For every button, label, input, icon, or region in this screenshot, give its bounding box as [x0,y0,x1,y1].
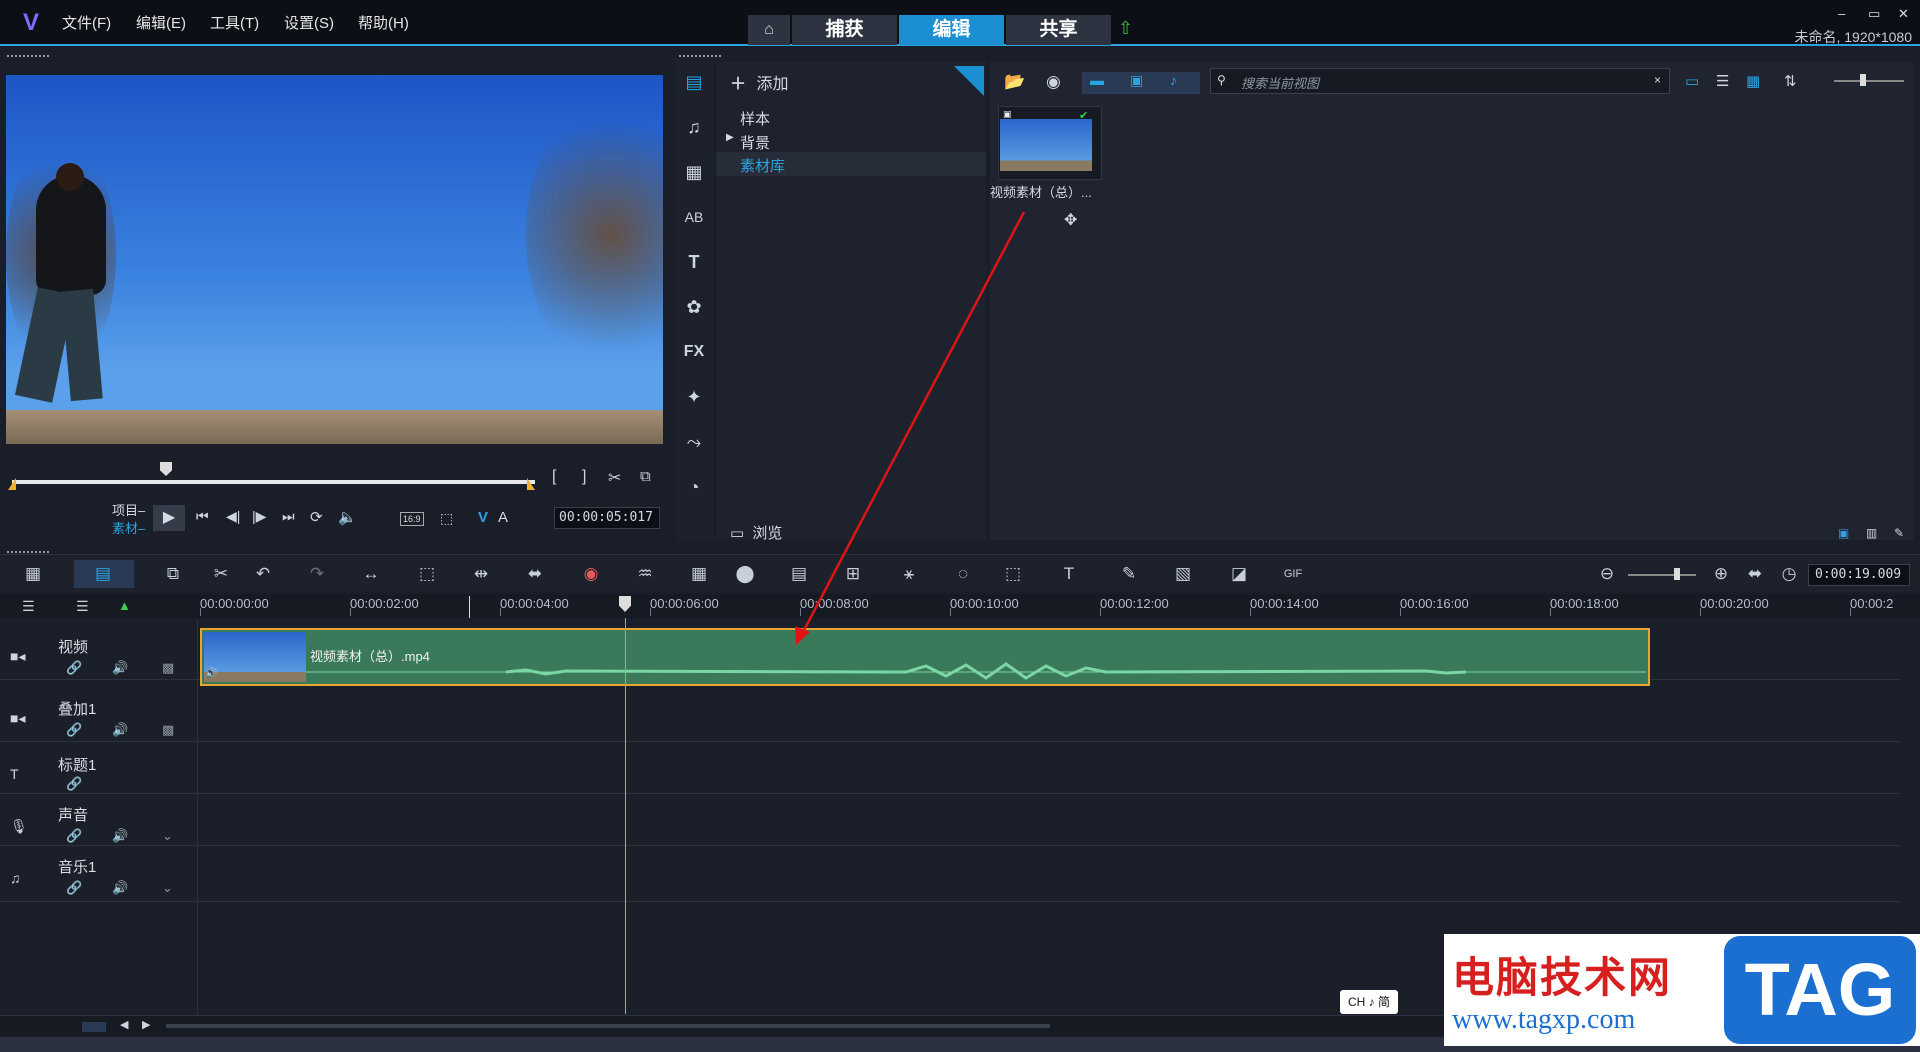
zoom-mini-icon[interactable] [82,1022,106,1032]
watermark-badge: TAG [1724,936,1916,1044]
scroll-left-icon[interactable]: ◀ [120,1018,128,1031]
ime-indicator[interactable]: CH ♪ 简 [1340,990,1398,1014]
watermark-url: www.tagxp.com [1452,1004,1636,1035]
scroll-right-icon[interactable]: ▶ [142,1018,150,1031]
watermark-title: 电脑技术网 [1452,954,1673,1001]
horizontal-scrollbar[interactable] [166,1024,1050,1028]
annotation-arrow [795,211,1026,645]
